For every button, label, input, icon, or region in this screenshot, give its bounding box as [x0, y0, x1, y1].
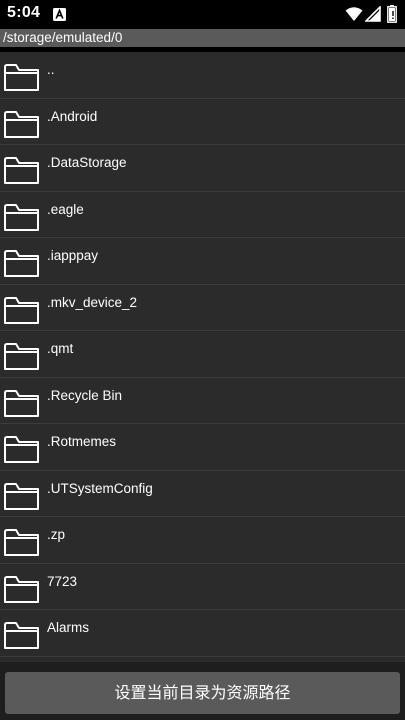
list-item[interactable]: Alarms [0, 610, 405, 657]
file-name: .DataStorage [47, 155, 127, 170]
set-resource-path-button[interactable]: 设置当前目录为资源路径 [5, 672, 400, 714]
status-bar: 5:04 [0, 0, 405, 29]
list-item[interactable]: .Recycle Bin [0, 378, 405, 424]
list-item[interactable]: .Rotmemes [0, 424, 405, 471]
file-name: 7723 [47, 573, 78, 589]
file-name: .iapppay [47, 248, 99, 263]
signal-icon [365, 6, 381, 22]
list-item[interactable]: .eagle [0, 192, 405, 238]
bottom-bar: 设置当前目录为资源路径 [0, 662, 405, 720]
folder-icon [4, 436, 39, 463]
a-letter-icon [53, 8, 66, 21]
status-time: 5:04 [7, 4, 41, 21]
folder-icon [4, 157, 39, 184]
list-item[interactable]: .DataStorage [0, 145, 405, 192]
folder-icon [4, 482, 39, 510]
list-item[interactable]: .zp [0, 517, 405, 564]
list-item[interactable]: .iapppay [0, 238, 405, 285]
file-name: .Rotmemes [47, 434, 117, 449]
file-name: .Android [47, 108, 98, 124]
file-picker-screen: 5:04 /storage/emulated/0 .. .Android .Data… [0, 0, 405, 720]
file-name: .UTSystemConfig [47, 480, 153, 496]
list-item[interactable]: .qmt [0, 331, 405, 378]
file-name: .zp [47, 527, 66, 542]
folder-icon [4, 250, 39, 277]
folder-icon [4, 389, 39, 417]
list-item[interactable]: .. [0, 52, 405, 99]
battery-icon [387, 5, 397, 23]
folder-icon [4, 64, 39, 91]
folder-icon [4, 575, 39, 603]
folder-icon [4, 622, 39, 649]
folder-icon [4, 529, 39, 556]
list-item[interactable]: 7723 [0, 564, 405, 610]
file-name: .mkv_device_2 [47, 294, 138, 310]
list-item[interactable]: .mkv_device_2 [0, 285, 405, 331]
wifi-icon [345, 7, 363, 21]
list-item[interactable]: .Android [0, 99, 405, 145]
folder-icon [4, 110, 39, 138]
file-list[interactable]: .. .Android .DataStorage .eagle .iapppay .mkv… [0, 52, 405, 662]
file-name: .qmt [47, 341, 74, 356]
file-name: .eagle [47, 201, 84, 217]
folder-icon [4, 343, 39, 370]
file-name: .. [47, 62, 55, 77]
folder-icon [4, 203, 39, 231]
file-name: .Recycle Bin [47, 387, 123, 403]
list-item[interactable]: .UTSystemConfig [0, 471, 405, 517]
file-name: Alarms [47, 620, 90, 635]
folder-icon [4, 296, 39, 324]
current-path: /storage/emulated/0 [0, 29, 405, 47]
